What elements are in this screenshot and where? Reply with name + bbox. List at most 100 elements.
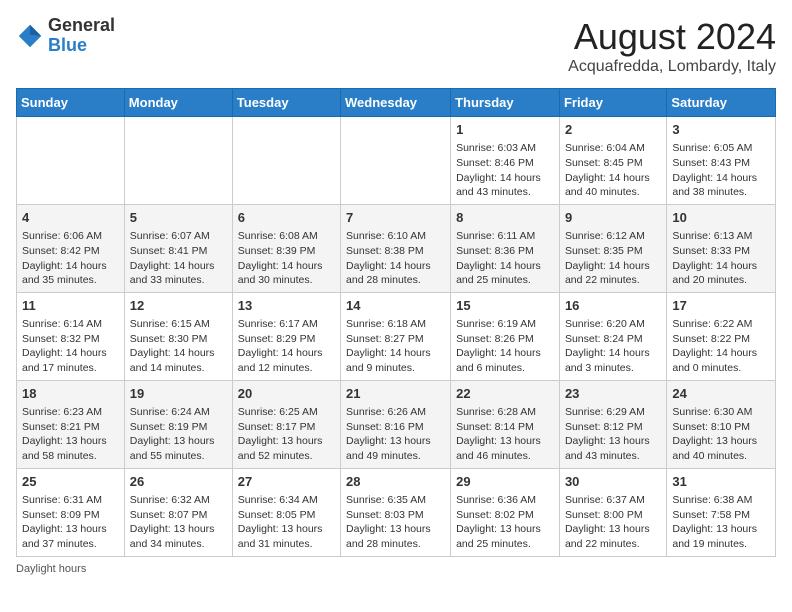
day-number: 23: [565, 385, 661, 403]
day-number: 18: [22, 385, 119, 403]
day-info: Sunrise: 6:14 AM Sunset: 8:32 PM Dayligh…: [22, 317, 119, 376]
day-info: Sunrise: 6:10 AM Sunset: 8:38 PM Dayligh…: [346, 229, 445, 288]
column-header-wednesday: Wednesday: [341, 89, 451, 117]
day-number: 27: [238, 473, 335, 491]
day-info: Sunrise: 6:25 AM Sunset: 8:17 PM Dayligh…: [238, 405, 335, 464]
day-info: Sunrise: 6:20 AM Sunset: 8:24 PM Dayligh…: [565, 317, 661, 376]
day-number: 5: [130, 209, 227, 227]
calendar-cell: 21 Sunrise: 6:26 AM Sunset: 8:16 PM Dayli…: [341, 380, 451, 468]
day-info: Sunrise: 6:08 AM Sunset: 8:39 PM Dayligh…: [238, 229, 335, 288]
day-info: Sunrise: 6:22 AM Sunset: 8:22 PM Dayligh…: [672, 317, 770, 376]
day-info: Sunrise: 6:11 AM Sunset: 8:36 PM Dayligh…: [456, 229, 554, 288]
calendar-cell: 22Sunrise: 6:28 AM Sunset: 8:14 PM Dayli…: [451, 380, 560, 468]
day-info: Sunrise: 6:13 AM Sunset: 8:33 PM Dayligh…: [672, 229, 770, 288]
calendar-week-row: 18 Sunrise: 6:23 AM Sunset: 8:21 PM Dayli…: [17, 380, 776, 468]
calendar-cell: 6 Sunrise: 6:08 AM Sunset: 8:39 PM Daylig…: [232, 204, 340, 292]
day-info: Sunrise: 6:05 AM Sunset: 8:43 PM Dayligh…: [672, 141, 770, 200]
calendar-header-row: SundayMondayTuesdayWednesdayThursdayFrid…: [17, 89, 776, 117]
day-info: Sunrise: 6:36 AM Sunset: 8:02 PM Dayligh…: [456, 493, 554, 552]
calendar-table: SundayMondayTuesdayWednesdayThursdayFrid…: [16, 88, 776, 557]
day-info: Sunrise: 6:29 AM Sunset: 8:12 PM Dayligh…: [565, 405, 661, 464]
day-info: Sunrise: 6:34 AM Sunset: 8:05 PM Dayligh…: [238, 493, 335, 552]
calendar-cell: 16Sunrise: 6:20 AM Sunset: 8:24 PM Dayli…: [559, 292, 666, 380]
calendar-cell: 17Sunrise: 6:22 AM Sunset: 8:22 PM Dayli…: [667, 292, 776, 380]
day-info: Sunrise: 6:28 AM Sunset: 8:14 PM Dayligh…: [456, 405, 554, 464]
day-number: 30: [565, 473, 661, 491]
calendar-cell: 27 Sunrise: 6:34 AM Sunset: 8:05 PM Dayli…: [232, 468, 340, 556]
calendar-cell: 31 Sunrise: 6:38 AM Sunset: 7:58 PM Dayli…: [667, 468, 776, 556]
day-info: Sunrise: 6:30 AM Sunset: 8:10 PM Dayligh…: [672, 405, 770, 464]
day-number: 24: [672, 385, 770, 403]
day-number: 26: [130, 473, 227, 491]
day-number: 25: [22, 473, 119, 491]
calendar-cell: 19 Sunrise: 6:24 AM Sunset: 8:19 PM Dayli…: [124, 380, 232, 468]
calendar-cell: 15Sunrise: 6:19 AM Sunset: 8:26 PM Dayli…: [451, 292, 560, 380]
day-number: 9: [565, 209, 661, 227]
calendar-cell: 4Sunrise: 6:06 AM Sunset: 8:42 PM Daylig…: [17, 204, 125, 292]
calendar-cell: 23 Sunrise: 6:29 AM Sunset: 8:12 PM Dayli…: [559, 380, 666, 468]
day-number: 14: [346, 297, 445, 315]
calendar-cell: 30 Sunrise: 6:37 AM Sunset: 8:00 PM Dayli…: [559, 468, 666, 556]
day-number: 12: [130, 297, 227, 315]
day-number: 19: [130, 385, 227, 403]
column-header-friday: Friday: [559, 89, 666, 117]
day-number: 21: [346, 385, 445, 403]
calendar-cell: 20 Sunrise: 6:25 AM Sunset: 8:17 PM Dayli…: [232, 380, 340, 468]
day-info: Sunrise: 6:38 AM Sunset: 7:58 PM Dayligh…: [672, 493, 770, 552]
calendar-cell: [341, 117, 451, 205]
calendar-cell: 3 Sunrise: 6:05 AM Sunset: 8:43 PM Daylig…: [667, 117, 776, 205]
calendar-cell: 8 Sunrise: 6:11 AM Sunset: 8:36 PM Daylig…: [451, 204, 560, 292]
day-number: 7: [346, 209, 445, 227]
calendar-cell: 24 Sunrise: 6:30 AM Sunset: 8:10 PM Dayli…: [667, 380, 776, 468]
day-number: 2: [565, 121, 661, 139]
calendar-week-row: 4Sunrise: 6:06 AM Sunset: 8:42 PM Daylig…: [17, 204, 776, 292]
day-number: 3: [672, 121, 770, 139]
day-number: 11: [22, 297, 119, 315]
logo-icon: [16, 22, 44, 50]
location-subtitle: Acquafredda, Lombardy, Italy: [568, 58, 776, 76]
day-number: 10: [672, 209, 770, 227]
day-number: 13: [238, 297, 335, 315]
logo-blue: Blue: [48, 35, 87, 55]
calendar-cell: 18 Sunrise: 6:23 AM Sunset: 8:21 PM Dayli…: [17, 380, 125, 468]
calendar-cell: 25 Sunrise: 6:31 AM Sunset: 8:09 PM Dayli…: [17, 468, 125, 556]
day-number: 20: [238, 385, 335, 403]
day-info: Sunrise: 6:07 AM Sunset: 8:41 PM Dayligh…: [130, 229, 227, 288]
logo: General Blue: [16, 16, 115, 56]
column-header-monday: Monday: [124, 89, 232, 117]
day-number: 31: [672, 473, 770, 491]
day-number: 29: [456, 473, 554, 491]
calendar-cell: 1Sunrise: 6:03 AM Sunset: 8:46 PM Daylig…: [451, 117, 560, 205]
day-info: Sunrise: 6:12 AM Sunset: 8:35 PM Dayligh…: [565, 229, 661, 288]
calendar-cell: 2 Sunrise: 6:04 AM Sunset: 8:45 PM Daylig…: [559, 117, 666, 205]
day-info: Sunrise: 6:24 AM Sunset: 8:19 PM Dayligh…: [130, 405, 227, 464]
day-info: Sunrise: 6:06 AM Sunset: 8:42 PM Dayligh…: [22, 229, 119, 288]
calendar-cell: 28Sunrise: 6:35 AM Sunset: 8:03 PM Dayli…: [341, 468, 451, 556]
calendar-cell: 13Sunrise: 6:17 AM Sunset: 8:29 PM Dayli…: [232, 292, 340, 380]
calendar-cell: 7 Sunrise: 6:10 AM Sunset: 8:38 PM Daylig…: [341, 204, 451, 292]
footer-note: Daylight hours: [16, 563, 776, 575]
calendar-week-row: 1Sunrise: 6:03 AM Sunset: 8:46 PM Daylig…: [17, 117, 776, 205]
calendar-cell: 10 Sunrise: 6:13 AM Sunset: 8:33 PM Dayli…: [667, 204, 776, 292]
column-header-tuesday: Tuesday: [232, 89, 340, 117]
day-info: Sunrise: 6:18 AM Sunset: 8:27 PM Dayligh…: [346, 317, 445, 376]
day-info: Sunrise: 6:31 AM Sunset: 8:09 PM Dayligh…: [22, 493, 119, 552]
column-header-thursday: Thursday: [451, 89, 560, 117]
day-number: 1: [456, 121, 554, 139]
day-info: Sunrise: 6:04 AM Sunset: 8:45 PM Dayligh…: [565, 141, 661, 200]
day-info: Sunrise: 6:26 AM Sunset: 8:16 PM Dayligh…: [346, 405, 445, 464]
calendar-cell: [17, 117, 125, 205]
calendar-cell: 29 Sunrise: 6:36 AM Sunset: 8:02 PM Dayli…: [451, 468, 560, 556]
calendar-cell: 11 Sunrise: 6:14 AM Sunset: 8:32 PM Dayli…: [17, 292, 125, 380]
logo-text: General Blue: [48, 16, 115, 56]
day-info: Sunrise: 6:37 AM Sunset: 8:00 PM Dayligh…: [565, 493, 661, 552]
logo-general: General: [48, 15, 115, 35]
title-area: August 2024 Acquafredda, Lombardy, Italy: [568, 16, 776, 76]
calendar-cell: 9 Sunrise: 6:12 AM Sunset: 8:35 PM Daylig…: [559, 204, 666, 292]
day-info: Sunrise: 6:19 AM Sunset: 8:26 PM Dayligh…: [456, 317, 554, 376]
day-info: Sunrise: 6:23 AM Sunset: 8:21 PM Dayligh…: [22, 405, 119, 464]
day-info: Sunrise: 6:15 AM Sunset: 8:30 PM Dayligh…: [130, 317, 227, 376]
day-number: 8: [456, 209, 554, 227]
day-number: 6: [238, 209, 335, 227]
column-header-sunday: Sunday: [17, 89, 125, 117]
